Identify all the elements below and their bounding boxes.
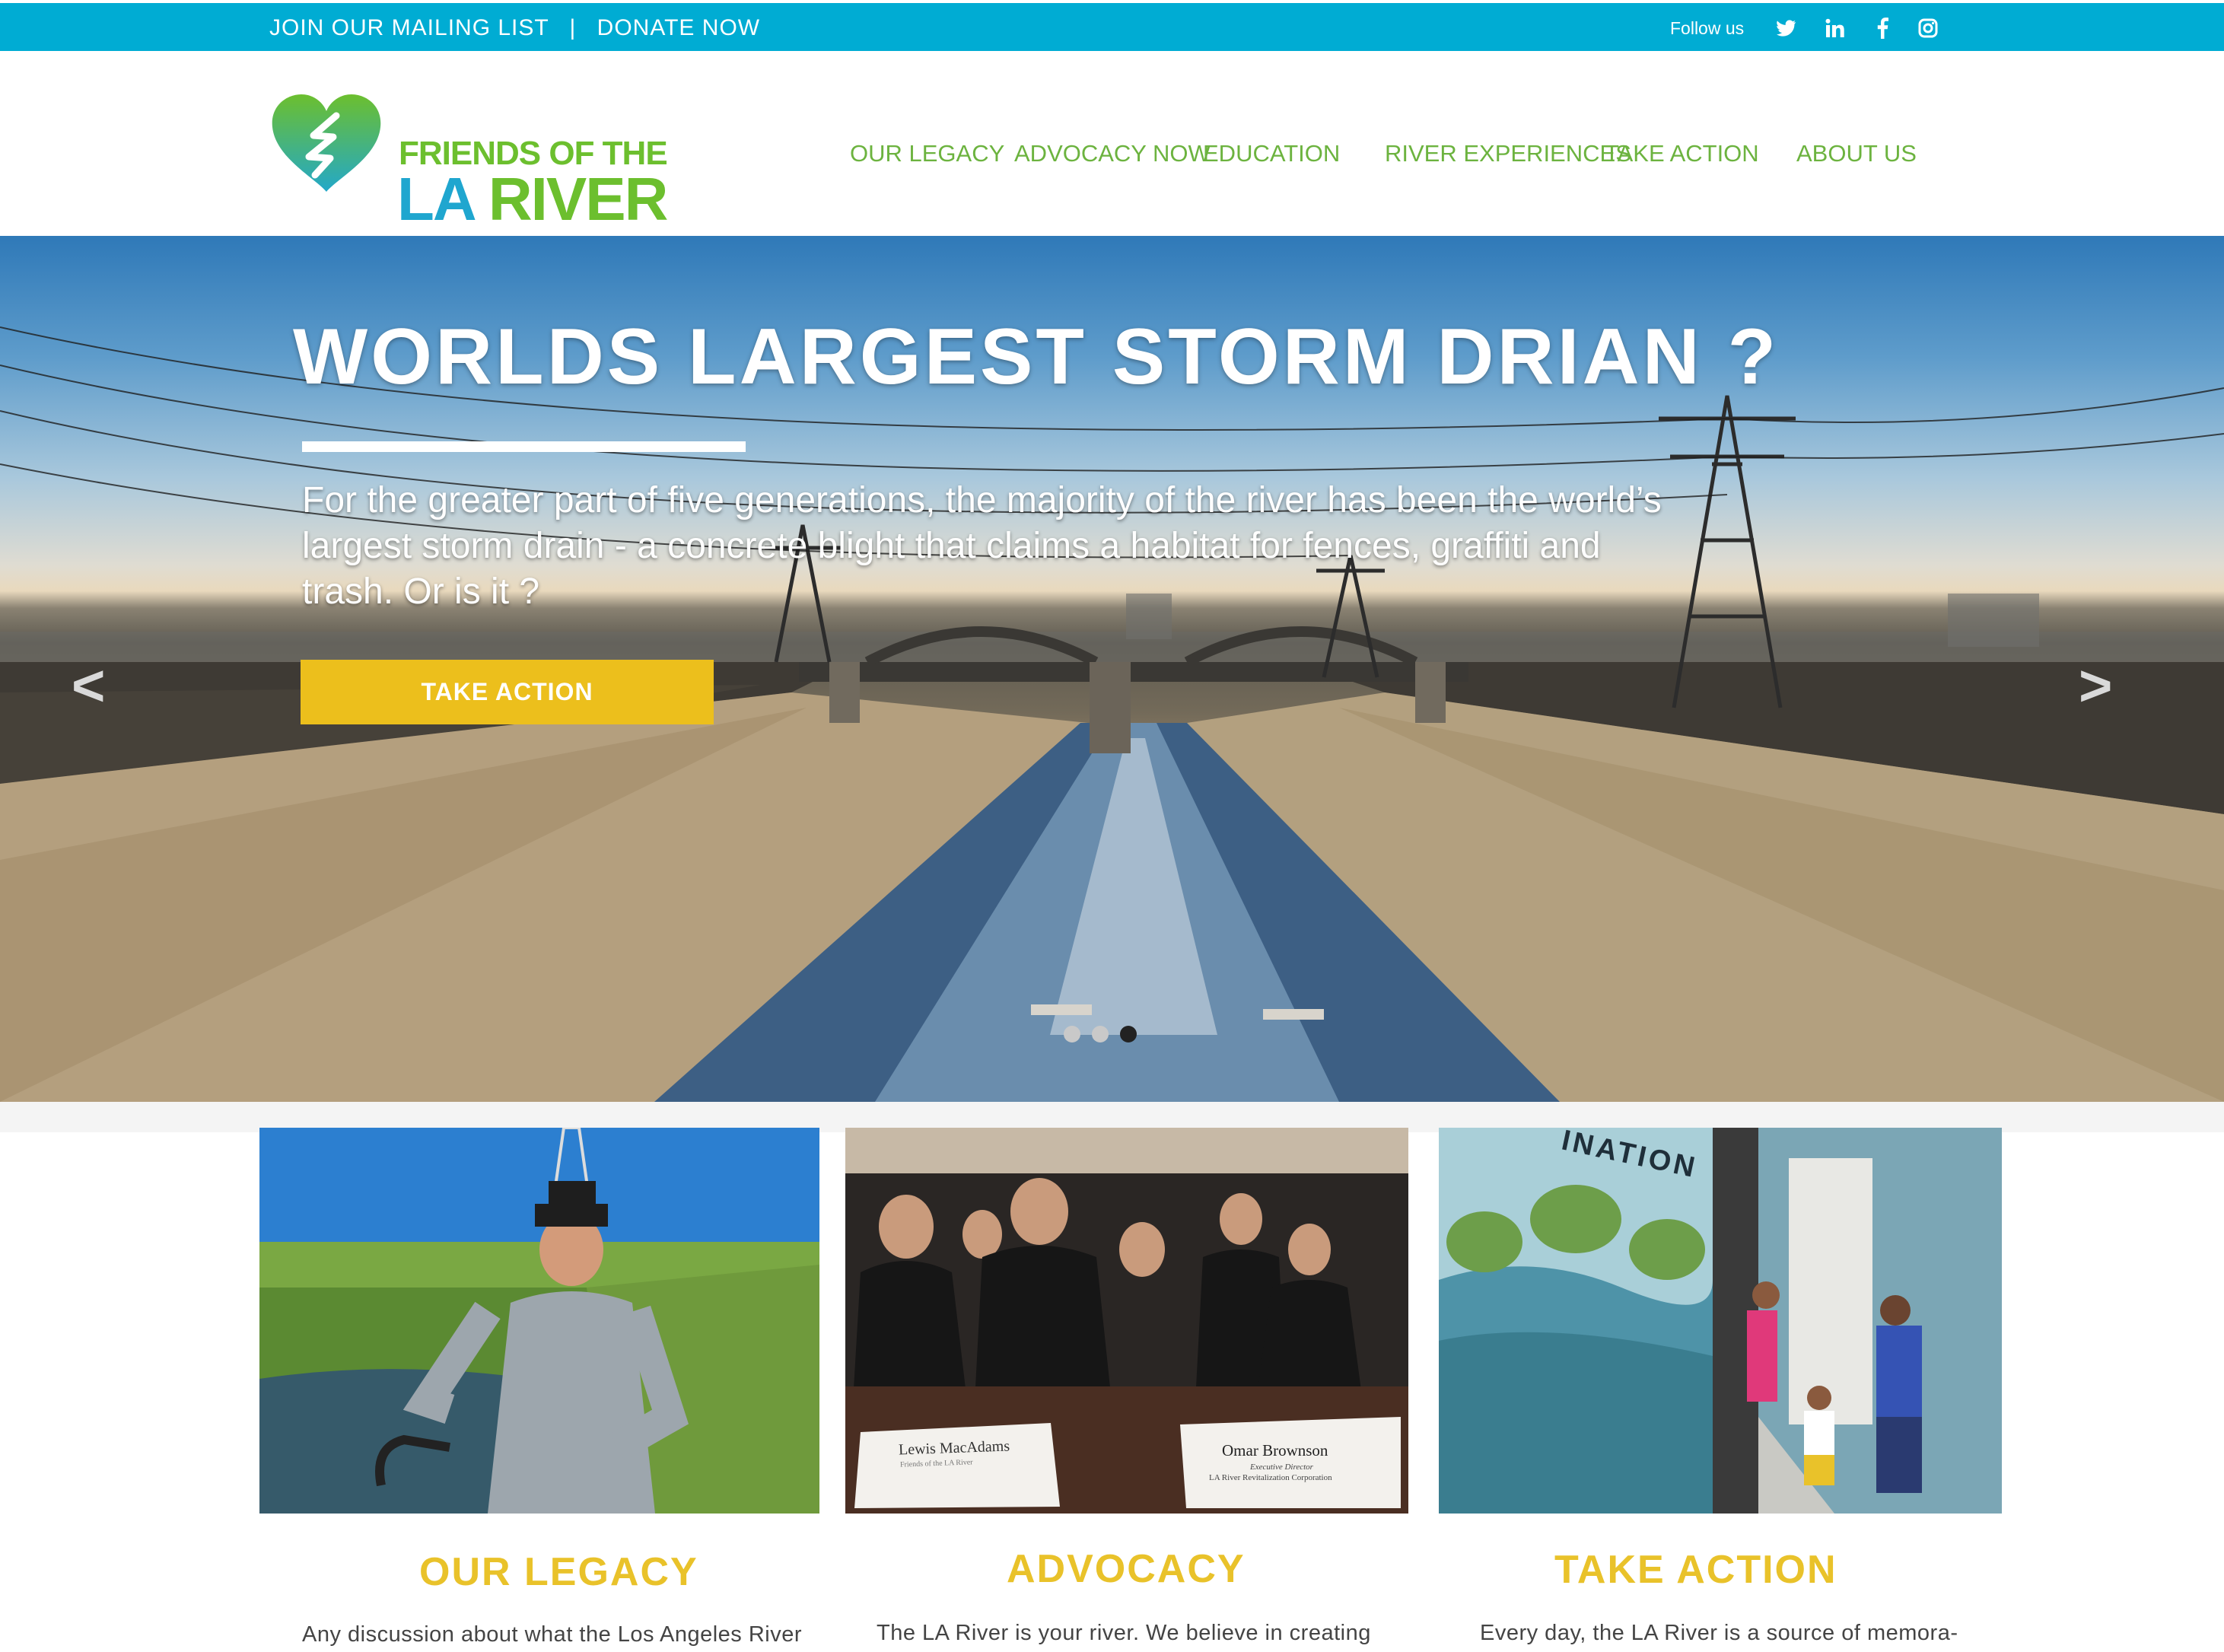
top-utility-bar: JOIN OUR MAILING LIST | DONATE NOW Follo… [0, 3, 2224, 51]
placard-right-title: Executive Director [1250, 1463, 1313, 1472]
nav-our-legacy[interactable]: OUR LEGACY [850, 140, 1004, 167]
card-advocacy-image[interactable]: Lewis MacAdams Friends of the LA River O… [845, 1128, 1408, 1514]
slider-dot-2[interactable] [1092, 1026, 1109, 1042]
nav-about-us[interactable]: ABOUT US [1796, 140, 1917, 167]
nav-advocacy-now[interactable]: ADVOCACY NOW [1014, 140, 1211, 167]
hero-description: For the greater part of five generations… [302, 480, 1662, 612]
hero-divider [302, 441, 746, 452]
topbar-links: JOIN OUR MAILING LIST | DONATE NOW [269, 15, 760, 41]
card-take-action-body: Every day, the LA River is a source of m… [1480, 1621, 1958, 1645]
card-our-legacy-body: Any discussion about what the Los Angele… [302, 1622, 803, 1647]
take-action-photo [1439, 1128, 2002, 1514]
hero-title: WORLDS LARGEST STORM DRIAN ? [293, 313, 1780, 401]
slider-prev-arrow[interactable]: < [72, 653, 105, 719]
logo-text-la: LA [397, 165, 475, 233]
site-logo[interactable]: FRIENDS OF THE LA RIVER [269, 93, 680, 230]
join-mailing-list-link[interactable]: JOIN OUR MAILING LIST [269, 15, 549, 40]
card-our-legacy-title: OUR LEGACY [419, 1550, 698, 1594]
donate-now-link[interactable]: DONATE NOW [597, 15, 760, 40]
nav-river-experiences[interactable]: RIVER EXPERIENCES [1385, 140, 1631, 167]
slider-dot-1[interactable] [1064, 1026, 1080, 1042]
logo-text-river: RIVER [488, 165, 668, 233]
instagram-icon[interactable] [1917, 17, 1939, 40]
card-advocacy-title: ADVOCACY [1007, 1547, 1246, 1591]
hero-slider: WORLDS LARGEST STORM DRIAN ? For the gre… [0, 236, 2224, 1102]
hero-take-action-button[interactable]: TAKE ACTION [301, 660, 714, 724]
card-advocacy-body: The LA River is your river. We believe i… [877, 1621, 1371, 1645]
heart-river-icon [272, 94, 381, 192]
slider-next-arrow[interactable]: > [2079, 653, 2112, 719]
card-our-legacy-image[interactable] [259, 1128, 819, 1514]
placard-right-org: LA River Revitalization Corporation [1209, 1473, 1332, 1482]
facebook-icon[interactable] [1871, 17, 1894, 40]
card-take-action-title: TAKE ACTION [1554, 1548, 1837, 1592]
twitter-icon[interactable] [1775, 17, 1798, 40]
placard-right-name: Omar Brownson [1222, 1441, 1328, 1459]
site-header: FRIENDS OF THE LA RIVER OUR LEGACY ADVOC… [0, 51, 2224, 236]
linkedin-icon[interactable] [1824, 17, 1847, 40]
topbar-separator: | [569, 15, 577, 40]
legacy-photo [259, 1128, 819, 1514]
nav-education[interactable]: EDUCATION [1203, 140, 1340, 167]
card-take-action-image[interactable]: INATION [1439, 1128, 2002, 1514]
follow-us-label: Follow us [1670, 18, 1745, 38]
slider-dot-3-active[interactable] [1120, 1026, 1137, 1042]
logo-text-la-river: LA RIVER [397, 169, 668, 230]
nav-take-action[interactable]: TAKE ACTION [1605, 140, 1759, 167]
